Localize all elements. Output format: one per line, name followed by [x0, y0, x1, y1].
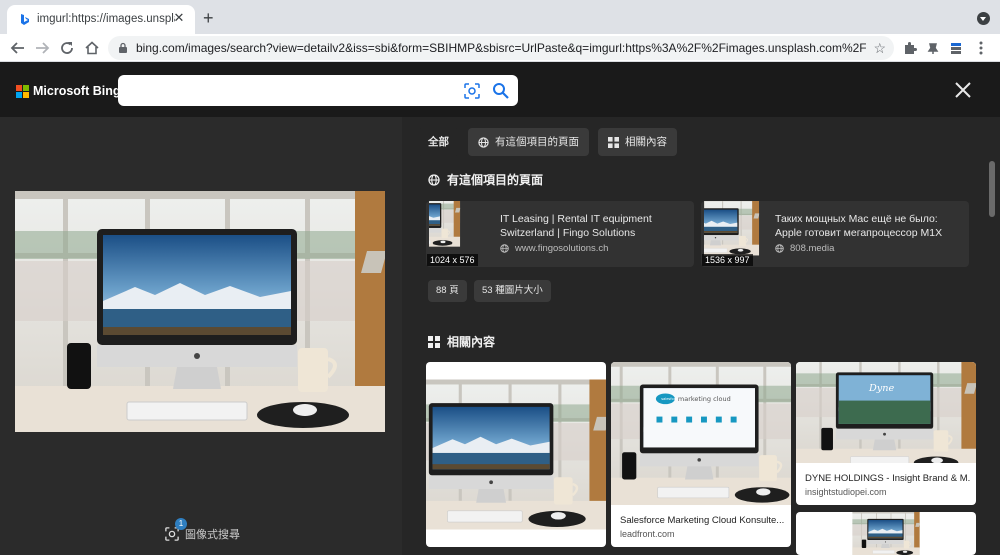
browser-tab[interactable]: imgurl:https://images.unsplash ✕ [7, 5, 195, 34]
grid-icon [608, 137, 619, 148]
tab-all-label: 全部 [428, 136, 449, 148]
extension-stack-icon[interactable] [947, 39, 965, 57]
tab-close-icon[interactable]: ✕ [172, 11, 186, 25]
forward-arrow-icon[interactable] [32, 38, 52, 58]
page-result-host-text: www.fingosolutions.ch [515, 243, 609, 254]
page-result-host-text: 808.media [790, 243, 835, 254]
tab-all[interactable]: 全部 [418, 128, 459, 156]
visual-search-icon[interactable] [464, 83, 480, 99]
main-image[interactable] [15, 191, 385, 432]
pages-section-title: 有這個項目的頁面 [428, 171, 543, 188]
visual-search-label: 圖像式搜尋 [185, 529, 240, 541]
browser-tab-strip: imgurl:https://images.unsplash ✕ + [0, 0, 1000, 34]
tab-related-content[interactable]: 相關內容 [598, 128, 677, 156]
related-image-card[interactable]: salesforce marketing cloud Salesforce Ma… [611, 362, 791, 547]
new-tab-button[interactable]: + [203, 9, 214, 27]
globe-icon [478, 137, 489, 148]
home-icon[interactable] [82, 38, 102, 58]
page-result-card[interactable]: 1536 x 997 Таких мощных Mac ещё не было:… [701, 201, 969, 267]
tab-pages-with-image[interactable]: 有這個項目的頁面 [468, 128, 589, 156]
bing-header: Microsoft Bing [0, 62, 1000, 117]
tab-search-icon[interactable] [977, 12, 990, 25]
visual-search-badge: 1 [175, 518, 187, 530]
dyne-screen-text: Dyne [868, 383, 895, 394]
page-result-card[interactable]: 1024 x 576 IT Leasing | Rental IT equipm… [426, 201, 694, 267]
grid-icon [428, 336, 440, 348]
bing-logo-text: Microsoft Bing [33, 84, 121, 98]
image-sizes-button[interactable]: 53 種圖片大小 [474, 280, 551, 302]
pages-count-button[interactable]: 88 頁 [428, 280, 467, 302]
address-bar[interactable]: bing.com/images/search?view=detailv2&iss… [108, 36, 894, 60]
related-section-title-text: 相關內容 [447, 335, 496, 349]
globe-icon [428, 174, 440, 186]
browser-toolbar: bing.com/images/search?view=detailv2&iss… [0, 34, 1000, 62]
related-section-title: 相關內容 [428, 333, 495, 350]
related-image-host: leadfront.com [620, 529, 675, 539]
related-image: Dyne [796, 362, 976, 463]
search-icon[interactable] [492, 82, 510, 100]
reload-icon[interactable] [57, 38, 77, 58]
related-image [796, 512, 976, 555]
back-arrow-icon[interactable] [8, 38, 28, 58]
salesforce-logo-text: salesforce [661, 397, 679, 401]
details-panel: 全部 有這個項目的頁面 相關內容 有這個項目的頁面 1024 x 576 IT … [402, 117, 1000, 555]
image-dimensions: 1024 x 576 [427, 254, 478, 266]
related-image-title: DYNE HOLDINGS - Insight Brand & M... [805, 473, 970, 484]
related-image: salesforce marketing cloud [611, 362, 791, 505]
marketing-cloud-screen-text: marketing cloud [678, 395, 731, 403]
tab-related-label: 相關內容 [625, 136, 667, 148]
bookmark-star-icon[interactable]: ☆ [873, 40, 886, 57]
lock-icon[interactable] [118, 42, 128, 53]
related-image-card[interactable] [426, 362, 606, 547]
search-input[interactable] [118, 75, 518, 106]
page-result-title[interactable]: IT Leasing | Rental IT equipment Switzer… [500, 212, 690, 240]
related-image-title: Salesforce Marketing Cloud Konsulte... [620, 515, 785, 526]
related-image-card[interactable]: Dyne DYNE HOLDINGS - Insight Brand & M..… [796, 362, 976, 505]
extensions-puzzle-icon[interactable] [901, 39, 919, 57]
bing-logo[interactable]: Microsoft Bing [16, 84, 121, 98]
visual-search-button[interactable]: 1 圖像式搜尋 [165, 518, 240, 544]
visual-search-icon: 1 [165, 518, 187, 541]
globe-icon [500, 244, 509, 253]
related-image-card[interactable] [796, 512, 976, 555]
related-image [426, 362, 606, 547]
page-result-host: 808.media [775, 243, 834, 254]
scrollbar[interactable] [989, 161, 995, 217]
microsoft-logo-icon [16, 84, 29, 98]
image-dimensions: 1536 x 997 [702, 254, 753, 266]
tab-pages-label: 有這個項目的頁面 [495, 136, 579, 148]
page-result-host: www.fingosolutions.ch [500, 243, 608, 254]
browser-menu-icon[interactable] [972, 39, 990, 57]
pages-section-title-text: 有這個項目的頁面 [447, 173, 544, 187]
page-result-title[interactable]: Таких мощных Mac ещё не было: Apple гото… [775, 212, 965, 240]
image-preview-panel: 1 圖像式搜尋 [0, 117, 402, 555]
related-image-host: insightstudiopei.com [805, 487, 887, 497]
bing-favicon-icon [21, 14, 29, 25]
close-icon[interactable] [953, 80, 973, 100]
globe-icon [775, 244, 784, 253]
extension-pin-icon[interactable] [924, 39, 942, 57]
address-bar-url: bing.com/images/search?view=detailv2&iss… [136, 41, 866, 55]
tab-title: imgurl:https://images.unsplash [37, 13, 175, 25]
